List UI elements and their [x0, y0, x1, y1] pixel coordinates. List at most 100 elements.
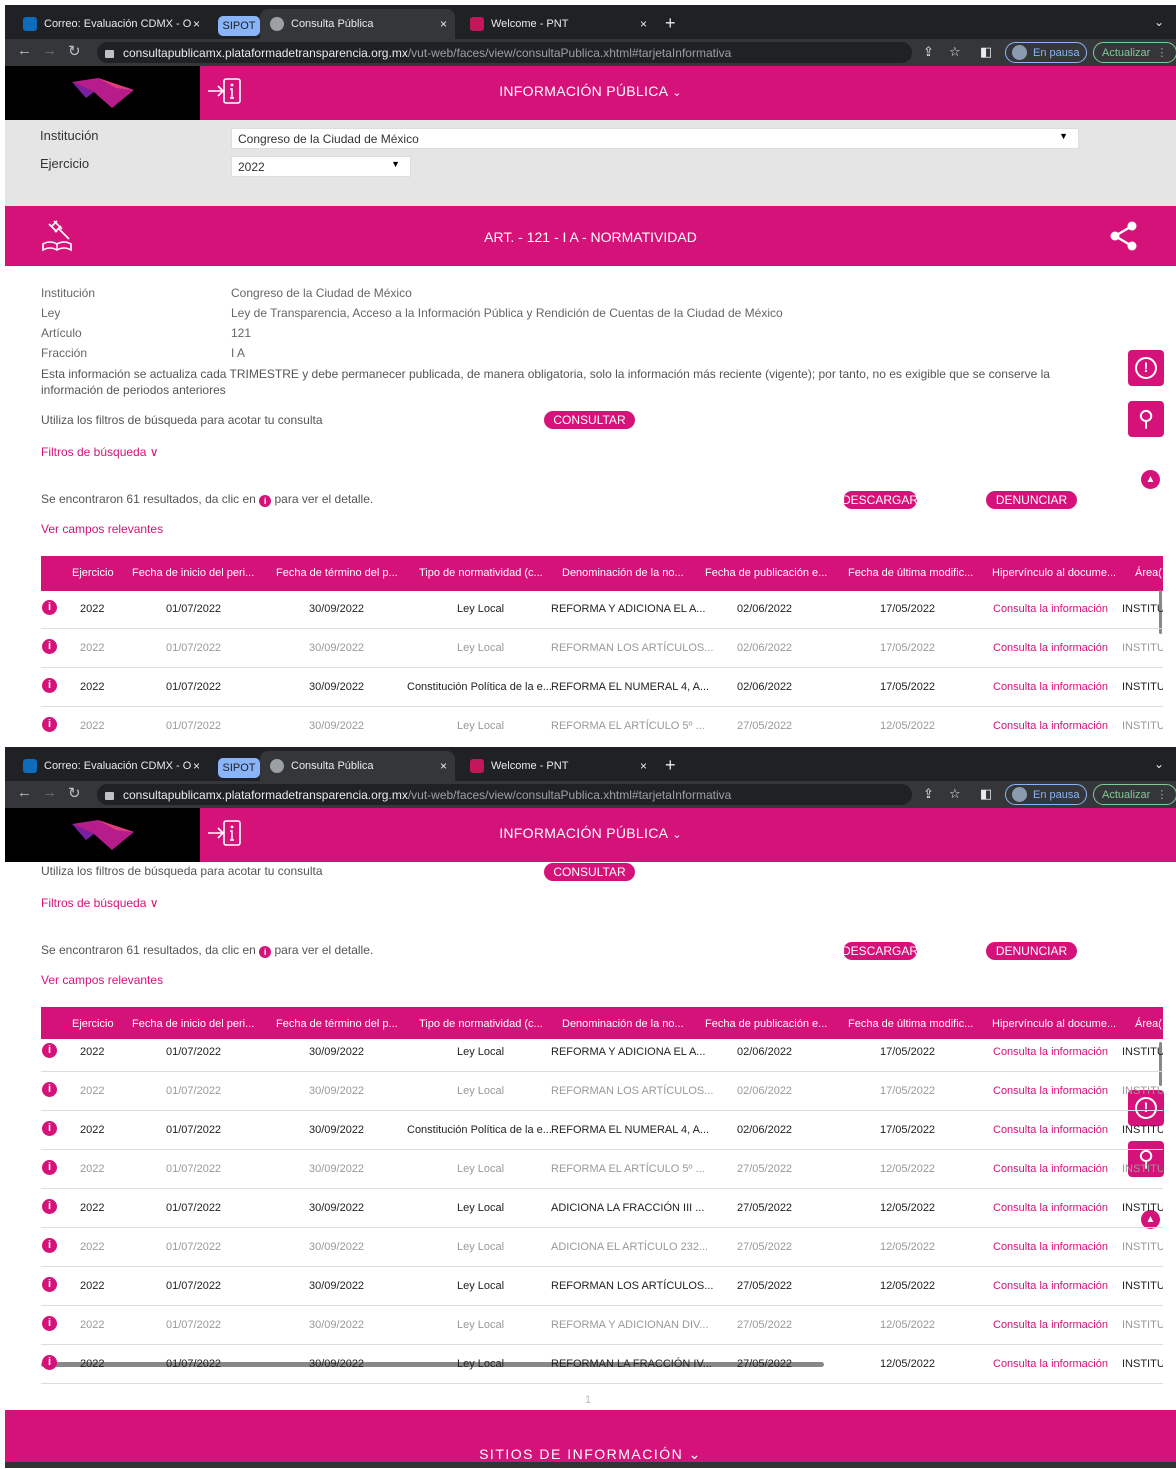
info-icon[interactable]: i [42, 1199, 57, 1214]
bookmark-star-icon[interactable]: ☆ [949, 786, 961, 802]
update-button[interactable]: Actualizar ⋮ [1093, 42, 1176, 63]
close-icon[interactable]: × [440, 17, 447, 31]
table-row[interactable]: i 2022 01/07/2022 30/09/2022 Ley Local REFORM… [41, 1033, 1163, 1072]
relevant-fields-link[interactable]: Ver campos relevantes [41, 522, 163, 536]
side-panel-icon[interactable]: ◧ [980, 44, 992, 60]
close-icon[interactable]: × [640, 759, 647, 773]
info-icon[interactable]: i [42, 1160, 57, 1175]
info-icon[interactable]: i [42, 1043, 57, 1058]
tab-consulta-publica[interactable]: Consulta Pública × [260, 9, 455, 39]
info-icon[interactable]: i [42, 717, 57, 732]
tab-outlook[interactable]: Correo: Evaluación CDMX - O × [13, 751, 208, 781]
column-header[interactable]: Denominación de la no... [562, 567, 684, 579]
column-header[interactable]: Ejercicio [72, 1018, 114, 1030]
document-link[interactable]: Consulta la información [993, 1202, 1108, 1214]
forward-icon[interactable]: → [42, 784, 57, 801]
column-header[interactable]: Fecha de publicación e... [705, 1018, 827, 1030]
document-link[interactable]: Consulta la información [993, 681, 1108, 693]
document-link[interactable]: Consulta la información [993, 642, 1108, 654]
document-link[interactable]: Consulta la información [993, 720, 1108, 732]
info-icon[interactable]: i [42, 1121, 57, 1136]
share-icon[interactable] [1108, 220, 1140, 252]
table-row[interactable]: i 2022 01/07/2022 30/09/2022 Ley Local REFORM… [41, 1150, 1163, 1189]
forward-icon[interactable]: → [42, 42, 57, 59]
table-row[interactable]: i 2022 01/07/2022 30/09/2022 Ley Local REFORM… [41, 629, 1163, 668]
reload-icon[interactable]: ↻ [68, 784, 81, 802]
informacion-publica-menu[interactable]: INFORMACIÓN PÚBLICA ⌄ [5, 83, 1176, 99]
profile-paused-button[interactable]: En pausa [1005, 42, 1087, 63]
table-row[interactable]: i 2022 01/07/2022 30/09/2022 Ley Local ADICIO… [41, 1189, 1163, 1228]
table-row[interactable]: i 2022 01/07/2022 30/09/2022 Ley Local REFORM… [41, 1306, 1163, 1345]
institution-select[interactable]: Congreso de la Ciudad de México ▼ [231, 128, 1079, 149]
search-filters-toggle[interactable]: Filtros de búsqueda ∨ [41, 896, 159, 910]
tab-consulta-publica[interactable]: Consulta Pública × [260, 751, 455, 781]
report-button[interactable]: DENUNCIAR [986, 491, 1077, 509]
table-row[interactable]: i 2022 01/07/2022 30/09/2022 Ley Local REFORM… [41, 1072, 1163, 1111]
column-header[interactable]: Tipo de normatividad (c... [419, 1018, 543, 1030]
side-panel-icon[interactable]: ◧ [980, 786, 992, 802]
tab-search-icon[interactable]: ⌄ [1154, 15, 1164, 29]
new-tab-button[interactable]: + [665, 755, 676, 776]
info-icon[interactable]: i [42, 1082, 57, 1097]
address-bar[interactable]: consultapublicamx.plataformadetransparen… [97, 42, 912, 63]
pagination-current[interactable]: 1 [0, 1394, 1176, 1406]
close-icon[interactable]: × [640, 17, 647, 31]
profile-paused-button[interactable]: En pausa [1005, 784, 1087, 805]
column-header[interactable]: Denominación de la no... [562, 1018, 684, 1030]
column-header[interactable]: Fecha de término del p... [276, 567, 398, 579]
column-header[interactable]: Fecha de última modific... [848, 567, 973, 579]
share-page-icon[interactable]: ⇪ [923, 786, 934, 802]
table-row[interactable]: i 2022 01/07/2022 30/09/2022 Ley Local REFORM… [41, 1345, 1163, 1384]
table-row[interactable]: i 2022 01/07/2022 30/09/2022 Ley Local REFORM… [41, 590, 1163, 629]
new-tab-button[interactable]: + [665, 13, 676, 34]
column-header[interactable]: Tipo de normatividad (c... [419, 567, 543, 579]
close-icon[interactable]: × [193, 17, 200, 31]
document-link[interactable]: Consulta la información [993, 1319, 1108, 1331]
document-link[interactable]: Consulta la información [993, 1280, 1108, 1292]
tools-icon[interactable]: ⚲ [1128, 401, 1164, 437]
relevant-fields-link[interactable]: Ver campos relevantes [41, 973, 163, 987]
document-link[interactable]: Consulta la información [993, 1241, 1108, 1253]
bookmark-star-icon[interactable]: ☆ [949, 44, 961, 60]
document-link[interactable]: Consulta la información [993, 1046, 1108, 1058]
column-header[interactable]: Ejercicio [72, 567, 114, 579]
year-select[interactable]: 2022 ▼ [231, 156, 411, 177]
tab-search-icon[interactable]: ⌄ [1154, 757, 1164, 771]
column-header[interactable]: Área( [1135, 567, 1162, 579]
scroll-top-icon[interactable]: ▲ [1141, 470, 1160, 489]
info-icon[interactable]: i [42, 600, 57, 615]
update-button[interactable]: Actualizar ⋮ [1093, 784, 1176, 805]
info-icon[interactable]: i [42, 1355, 57, 1370]
close-icon[interactable]: × [193, 759, 200, 773]
info-icon[interactable]: i [42, 1277, 57, 1292]
info-icon[interactable]: i [42, 1238, 57, 1253]
table-row[interactable]: i 2022 01/07/2022 30/09/2022 Constitución Po… [41, 1111, 1163, 1150]
download-button[interactable]: DESCARGAR [842, 942, 918, 960]
search-filters-toggle[interactable]: Filtros de búsqueda ∨ [41, 445, 159, 459]
share-page-icon[interactable]: ⇪ [923, 44, 934, 60]
tab-outlook[interactable]: Correo: Evaluación CDMX - O × [13, 9, 208, 39]
document-link[interactable]: Consulta la información [993, 1163, 1108, 1175]
info-icon[interactable]: i [42, 1316, 57, 1331]
column-header[interactable]: Fecha de última modific... [848, 1018, 973, 1030]
tab-welcome-pnt[interactable]: Welcome - PNT × [460, 9, 655, 39]
column-header[interactable]: Fecha de inicio del peri... [132, 567, 254, 579]
document-link[interactable]: Consulta la información [993, 1085, 1108, 1097]
table-row[interactable]: i 2022 01/07/2022 30/09/2022 Ley Local ADICIO… [41, 1228, 1163, 1267]
reload-icon[interactable]: ↻ [68, 42, 81, 60]
info-icon[interactable]: i [42, 639, 57, 654]
close-icon[interactable]: × [440, 759, 447, 773]
tab-welcome-pnt[interactable]: Welcome - PNT × [460, 751, 655, 781]
report-button[interactable]: DENUNCIAR [986, 942, 1077, 960]
column-header[interactable]: Fecha de inicio del peri... [132, 1018, 254, 1030]
back-icon[interactable]: ← [17, 42, 32, 59]
address-bar[interactable]: consultapublicamx.plataformadetransparen… [97, 784, 912, 805]
consult-button[interactable]: CONSULTAR [544, 863, 635, 881]
tab-group-sipot[interactable]: SIPOT [218, 16, 260, 36]
column-header[interactable]: Área( [1135, 1018, 1162, 1030]
table-row[interactable]: i 2022 01/07/2022 30/09/2022 Ley Local REFORM… [41, 1267, 1163, 1306]
column-header[interactable]: Fecha de publicación e... [705, 567, 827, 579]
info-icon[interactable]: i [42, 678, 57, 693]
alert-icon[interactable]: ! [1128, 350, 1164, 386]
column-header[interactable]: Hipervínculo al docume... [992, 1018, 1116, 1030]
